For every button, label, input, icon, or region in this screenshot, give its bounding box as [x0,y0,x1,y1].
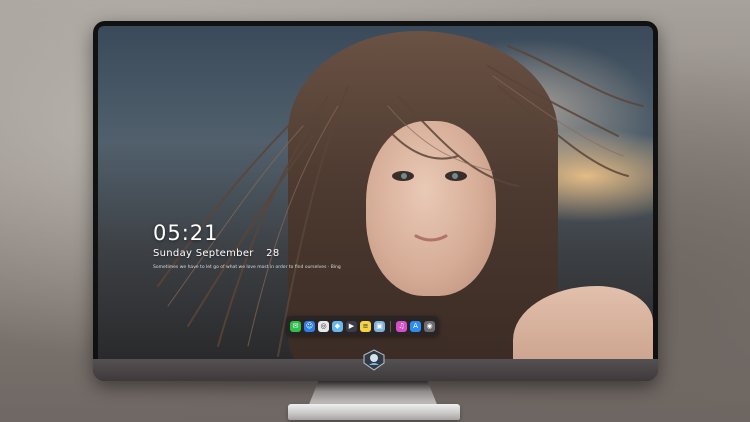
notes-icon[interactable]: ≡ [360,320,371,332]
maps-icon[interactable]: ◆ [332,320,343,332]
wallpaper-strands [157,45,644,357]
app-store-icon[interactable]: A [410,320,421,332]
video-editor-icon[interactable]: ▶ [346,320,357,332]
clock-time: 05:21 [153,221,219,245]
messages-icon[interactable]: ✉ [290,320,301,332]
date-month: September [195,248,254,259]
dock: ✉ ☺ ◎ ◆ ▶ ≡ ▣ ♫ A ◉ [286,316,439,336]
itunes-icon[interactable]: ♫ [396,320,407,332]
safari-icon[interactable]: ◎ [318,320,329,332]
clock-date: Sunday September 28 [153,248,341,259]
preview-icon[interactable]: ▣ [374,320,385,332]
monitor: 05:21 Sunday September 28 Sometimes we h… [93,21,658,381]
desktop-screen: 05:21 Sunday September 28 Sometimes we h… [98,26,653,359]
lock-screen-info: 05:21 Sunday September 28 Sometimes we h… [153,221,341,270]
date-day: 28 [266,248,280,259]
finder-icon[interactable]: ☺ [304,320,315,332]
date-weekday: Sunday [153,248,193,259]
dock-separator [390,320,391,332]
daily-quote: Sometimes we have to let go of what we l… [153,265,341,270]
camera-icon[interactable]: ◉ [424,320,435,332]
brand-logo-icon [363,349,385,371]
monitor-stand-base [288,404,460,420]
